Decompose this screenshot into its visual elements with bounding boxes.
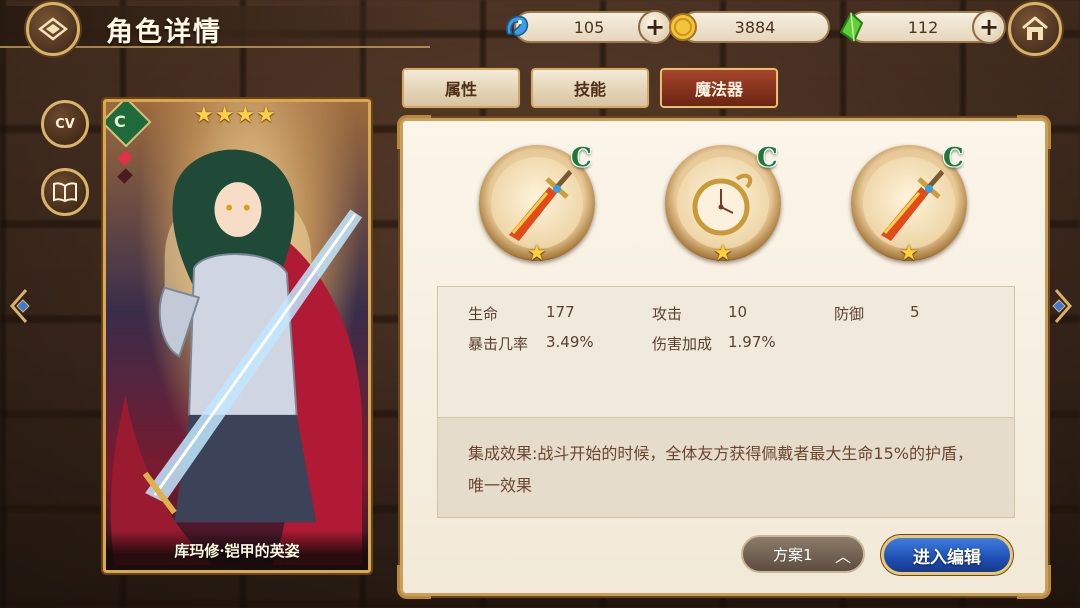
- stat-name-hp: 生命: [468, 305, 499, 323]
- page-title: 角色详情: [106, 17, 222, 48]
- tab-skills[interactable]: 技能: [530, 67, 650, 109]
- previous-character-arrow[interactable]: [4, 284, 32, 328]
- stat-value-attack: 10: [728, 303, 748, 321]
- stats-box: 生命 177 攻击 10 防御 5 暴击几率 3.49% 伤害加成 1.97% …: [437, 286, 1015, 518]
- star-icon: ★: [235, 103, 256, 128]
- resource-green-gem: 112 +: [839, 10, 1006, 44]
- star-icon: ★: [713, 241, 733, 266]
- stat-row: 暴击几率 3.49% 伤害加成 1.97%: [468, 329, 1008, 359]
- character-portrait: [110, 149, 363, 566]
- story-book-button[interactable]: [41, 168, 89, 216]
- corner-ornament: [397, 115, 431, 149]
- fire-sword-icon: [881, 169, 945, 241]
- tab-magic-items[interactable]: 魔法器: [659, 67, 779, 109]
- slot-inner: [491, 157, 583, 249]
- home-icon: [1022, 16, 1048, 40]
- book-icon: [53, 182, 77, 202]
- pocket-watch-icon: [692, 173, 753, 236]
- stat-name-defense: 防御: [834, 305, 865, 323]
- enter-edit-button[interactable]: 进入编辑: [880, 534, 1014, 576]
- tab-label: 技能: [573, 80, 606, 99]
- slot-inner: [677, 157, 769, 249]
- magic-item-slot-3[interactable]: C ★: [851, 143, 971, 269]
- cv-label: CV: [55, 116, 75, 132]
- add-green-gem-button[interactable]: +: [972, 10, 1006, 44]
- fire-sword-icon: [509, 169, 573, 241]
- scheme-label: 方案1: [773, 545, 813, 564]
- magic-item-slot-2[interactable]: C ★: [665, 143, 785, 269]
- set-bonus-area: 集成效果:战斗开始的时候，全体友方获得佩戴者最大生命15%的护盾，唯一效果: [438, 417, 1014, 517]
- grade-badge: C: [943, 143, 964, 173]
- stat-value-defense: 5: [910, 303, 920, 321]
- card-name-plate: 库玛修·铠甲的英姿: [106, 530, 368, 570]
- magic-item-panel: C ★ C ★ C ★ 生命 177 攻击 10 防御 5 暴击几率 3.49%…: [397, 115, 1051, 599]
- tab-label: 属性: [444, 80, 477, 99]
- star-icon: ★: [899, 241, 919, 266]
- diamond-back-icon: [38, 17, 68, 41]
- enter-edit-label: 进入编辑: [913, 547, 981, 568]
- resource-value: 112: [907, 17, 939, 37]
- set-bonus-text: 集成效果:战斗开始的时候，全体友方获得佩戴者最大生命15%的护盾，唯一效果: [468, 444, 973, 495]
- resource-gold-coin: 3884: [669, 11, 830, 43]
- next-character-arrow[interactable]: [1050, 284, 1078, 328]
- class-glyph: C: [114, 112, 126, 131]
- resource-value: 105: [573, 17, 605, 37]
- magic-item-slot-1[interactable]: C ★: [479, 143, 599, 269]
- star-icon: ★: [194, 103, 214, 128]
- stat-value-damage-bonus: 1.97%: [728, 333, 776, 351]
- stat-value-crit: 3.49%: [546, 333, 594, 351]
- cv-button[interactable]: CV: [41, 100, 89, 148]
- grade-badge: C: [571, 143, 592, 173]
- star-icon: ★: [214, 103, 235, 128]
- corner-ornament: [1017, 565, 1051, 599]
- grade-badge: C: [757, 143, 778, 173]
- stat-name-damage-bonus: 伤害加成: [652, 335, 713, 353]
- star-icon: ★: [256, 103, 276, 128]
- resource-blue-spirit: 105 +: [506, 10, 672, 44]
- character-stars: ★ ★ ★ ★: [194, 105, 276, 127]
- home-button[interactable]: [1008, 2, 1062, 56]
- green-gem-icon: [839, 11, 864, 43]
- corner-ornament: [397, 565, 431, 599]
- top-bar: 角色详情 105 + 3884 112 +: [0, 0, 1080, 56]
- character-card[interactable]: C ★ ★ ★ ★ 库玛修·铠甲的英姿: [101, 97, 373, 575]
- stats-grid: 生命 177 攻击 10 防御 5 暴击几率 3.49% 伤害加成 1.97%: [468, 299, 1008, 359]
- stat-name-attack: 攻击: [652, 305, 683, 323]
- stat-name-crit: 暴击几率: [468, 335, 529, 353]
- blue-spirit-icon: [506, 15, 529, 37]
- resource-value: 3884: [734, 17, 776, 37]
- right-arrow-icon: [1052, 289, 1072, 323]
- stat-row: 生命 177 攻击 10 防御 5: [468, 299, 1008, 329]
- tab-attributes[interactable]: 属性: [401, 67, 521, 109]
- back-button[interactable]: [26, 2, 80, 56]
- character-name: 库玛修·铠甲的英姿: [174, 541, 300, 560]
- left-arrow-icon: [10, 289, 30, 323]
- tab-label: 魔法器: [694, 80, 743, 99]
- stat-value-hp: 177: [546, 303, 575, 321]
- corner-ornament: [1017, 115, 1051, 149]
- slot-inner: [863, 157, 955, 249]
- gold-coin-icon: [669, 13, 697, 41]
- chevron-up-icon: ︿: [834, 547, 851, 566]
- star-icon: ★: [527, 241, 547, 266]
- scheme-select-button[interactable]: 方案1 ︿: [741, 535, 865, 573]
